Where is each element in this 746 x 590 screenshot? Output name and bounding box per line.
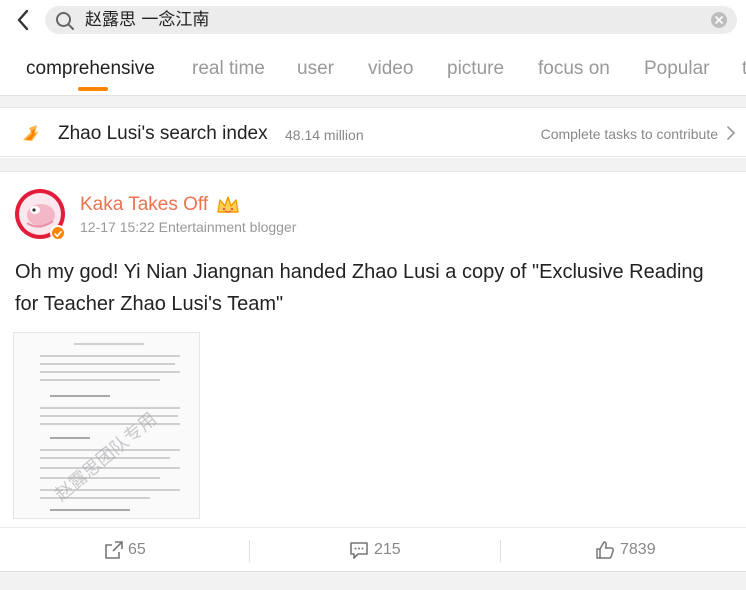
search-index-value: 48.14 million [285,127,364,143]
crown-icon [215,194,241,216]
like-button[interactable]: 7839 [500,528,746,572]
like-icon [595,540,615,560]
tab-comprehensive[interactable]: comprehensive [26,58,155,80]
comment-count: 215 [374,541,401,558]
post-card: Kaka Takes Off 12-17 15:22 Entertainment… [0,171,746,571]
post-image[interactable]: 赵露思团队专用 [13,332,200,519]
comment-button[interactable]: 215 [250,528,498,572]
post-meta: 12-17 15:22 Entertainment blogger [80,219,297,235]
repost-count: 65 [128,541,146,558]
image-watermark: 赵露思团队专用 [50,408,161,506]
tab-bar: comprehensive real time user video pictu… [0,44,746,96]
section-gap [0,96,746,107]
contribute-link[interactable]: Complete tasks to contribute [541,126,718,142]
section-gap [0,158,746,171]
tab-overflow[interactable]: t [742,58,746,80]
back-arrow-icon[interactable] [12,6,36,34]
search-icon [55,11,75,31]
tab-real-time[interactable]: real time [192,58,265,80]
verified-badge-icon [50,225,66,241]
comment-icon [349,540,369,560]
repost-button[interactable]: 65 [0,528,248,572]
clear-icon[interactable] [711,12,727,28]
tab-user[interactable]: user [297,58,334,80]
chevron-right-icon [726,125,736,141]
tab-video[interactable]: video [368,58,413,80]
action-bar: 65 215 7839 [0,527,746,571]
tab-picture[interactable]: picture [447,58,504,80]
search-query[interactable]: 赵露思 一念江南 [85,10,209,30]
avatar[interactable] [15,189,66,241]
flame-icon [20,122,42,144]
post-text: Oh my god! Yi Nian Jiangnan handed Zhao … [15,261,704,315]
like-count: 7839 [620,541,656,558]
tab-popular[interactable]: Popular [644,58,710,80]
repost-icon [104,540,124,560]
search-index-row[interactable]: Zhao Lusi's search index 48.14 million C… [0,107,746,157]
post-username[interactable]: Kaka Takes Off [80,194,208,216]
active-tab-indicator [78,87,108,91]
search-index-title: Zhao Lusi's search index [58,123,268,144]
search-input[interactable]: 赵露思 一念江南 [45,6,737,34]
section-gap [0,571,746,590]
tab-focus-on[interactable]: focus on [538,58,610,80]
top-bar: 赵露思 一念江南 [0,0,746,44]
